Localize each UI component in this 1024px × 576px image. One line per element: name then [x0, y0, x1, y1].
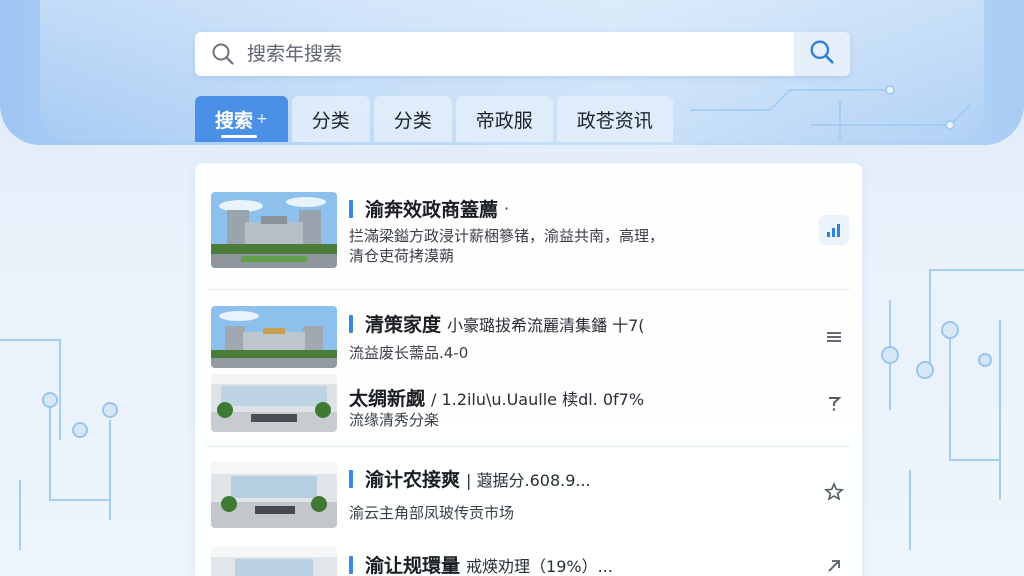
title-extra-text: / 1.2ilu\u.Uaulle 椟dl. 0f7%	[431, 389, 645, 409]
search-button[interactable]	[794, 32, 850, 76]
title-accent-bar	[349, 199, 353, 218]
item-title: 渝计农接爽 | 蕸据分.608.9...	[349, 465, 591, 492]
item-description: 拦滿梁鎰方政浸计薪梱篸锗，渝益共南，高理，	[349, 227, 665, 245]
list-item[interactable]: 清策家度 小豪璐拔希流麗清集鐇 十7( 流益废长薷品.4-0	[195, 290, 862, 368]
question-icon[interactable]	[819, 388, 849, 418]
item-title: 渝让规環量 戒煐劝理（19%）...	[349, 551, 613, 576]
tab-search[interactable]: 搜索 +	[195, 96, 288, 142]
title-extra-text: 戒煐劝理（19%）...	[466, 556, 613, 576]
title-accent-bar	[349, 314, 353, 333]
results-panel: 渝奔效政商篕薦 · 拦滿梁鎰方政浸计薪梱篸锗，渝益共南，高理， 清仓吏荷拷漠蒴	[195, 163, 862, 576]
tab-label: 帝政服	[475, 109, 533, 132]
item-description: 流缘清秀分楽	[349, 411, 440, 429]
tab-category-1[interactable]: 分类	[291, 96, 370, 142]
title-extra-text: ·	[504, 199, 510, 218]
tab-label: 分类	[393, 109, 432, 132]
title-extra-text: | 蕸据分.608.9...	[466, 470, 591, 490]
tab-news[interactable]: 政苍资讯	[556, 96, 673, 142]
star-outline-icon[interactable]	[819, 477, 849, 507]
circuit-decoration-left	[0, 339, 118, 550]
title-text: 渝奔效政商篕薦	[365, 199, 499, 221]
circuit-decoration-right	[881, 269, 1024, 550]
interior-thumbnail	[211, 374, 337, 432]
title-text: 渝计农接爽	[365, 469, 461, 491]
item-description: 流益废长薷品.4-0	[349, 344, 469, 362]
search-input[interactable]	[237, 33, 794, 75]
item-title: 渝奔效政商篕薦 ·	[349, 195, 509, 222]
item-title: 清策家度 小豪璐拔希流麗清集鐇 十7(	[349, 310, 645, 337]
list-item[interactable]: 渝计农接爽 | 蕸据分.608.9... 渝云主角部凤玻传贡市场	[195, 447, 862, 533]
title-text: 太绸新觑	[349, 388, 426, 410]
tab-service[interactable]: 帝政服	[455, 96, 553, 142]
title-text: 清策家度	[365, 314, 442, 336]
item-description: 清仓吏荷拷漠蒴	[349, 247, 455, 265]
item-title: 太绸新觑 / 1.2ilu\u.Uaulle 椟dl. 0f7%	[349, 384, 644, 411]
item-description: 渝云主角部凤玻传贡市场	[349, 504, 515, 522]
interior-thumbnail	[211, 462, 337, 528]
search-bar	[195, 32, 850, 76]
building-thumbnail	[211, 306, 337, 368]
building-thumbnail	[211, 192, 337, 268]
interior-thumbnail	[211, 547, 337, 576]
list-item[interactable]: 渝让规環量 戒煐劝理（19%）...	[195, 533, 862, 576]
list-item[interactable]: 渝奔效政商篕薦 · 拦滿梁鎰方政浸计薪梱篸锗，渝益共南，高理， 清仓吏荷拷漠蒴	[195, 163, 862, 289]
list-item[interactable]: 太绸新觑 / 1.2ilu\u.Uaulle 椟dl. 0f7% 流缘清秀分楽	[195, 362, 862, 446]
title-text: 渝让规環量	[365, 555, 461, 576]
tab-plus-icon: +	[256, 111, 268, 127]
search-icon	[209, 40, 237, 68]
circuit-decoration-top	[690, 85, 971, 140]
arrow-up-right-icon[interactable]	[819, 551, 849, 576]
title-extra-text: 小豪璐拔希流麗清集鐇 十7(	[447, 315, 645, 335]
list-icon[interactable]	[819, 322, 849, 352]
tab-bar: 搜索 + 分类 分类 帝政服 政苍资讯	[195, 96, 673, 142]
title-accent-bar	[349, 469, 353, 488]
signal-bars-icon[interactable]	[819, 215, 849, 245]
tab-category-2[interactable]: 分类	[373, 96, 452, 142]
tab-label: 分类	[311, 109, 350, 132]
title-accent-bar	[349, 555, 353, 574]
tab-label: 搜索	[215, 109, 254, 132]
search-icon	[809, 39, 835, 69]
tab-label: 政苍资讯	[576, 109, 653, 132]
